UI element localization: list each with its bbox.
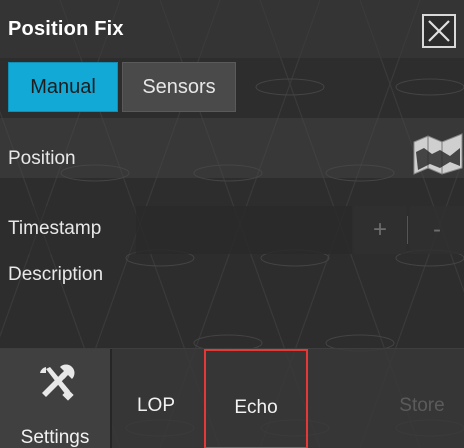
settings-label: Settings [20,427,90,448]
dialog-title: Position Fix [8,18,124,40]
echo-label: Echo [234,397,278,418]
close-icon [428,20,450,42]
tab-sensors[interactable]: Sensors [122,62,236,112]
timestamp-row: Timestamp + - [0,206,464,254]
timestamp-label: Timestamp [8,218,102,239]
tab-bar: Manual Sensors [8,62,240,112]
lop-label: LOP [136,395,176,416]
position-row[interactable]: Position [0,118,464,178]
settings-button[interactable]: Settings [0,349,110,448]
store-label: Store [399,395,445,416]
divider [407,216,408,244]
description-label: Description [8,264,104,285]
description-row[interactable]: Description [0,256,464,340]
echo-button[interactable]: Echo [204,349,308,448]
bottom-toolbar: Settings LOP Echo Store [0,348,464,448]
wrench-screwdriver-icon [40,364,75,401]
title-bar: Position Fix [0,0,464,58]
lop-button[interactable]: LOP [112,349,200,448]
timestamp-increment-button[interactable]: + [354,206,406,254]
chart-map-icon[interactable] [410,128,464,176]
store-button[interactable]: Store [380,349,464,448]
tab-manual[interactable]: Manual [8,62,118,112]
position-fix-dialog: Position Fix Manual Sensors Position Tim… [0,0,464,448]
position-label: Position [8,148,76,169]
close-button[interactable] [422,14,456,48]
timestamp-input[interactable] [136,206,352,254]
timestamp-decrement-button[interactable]: - [410,206,464,254]
